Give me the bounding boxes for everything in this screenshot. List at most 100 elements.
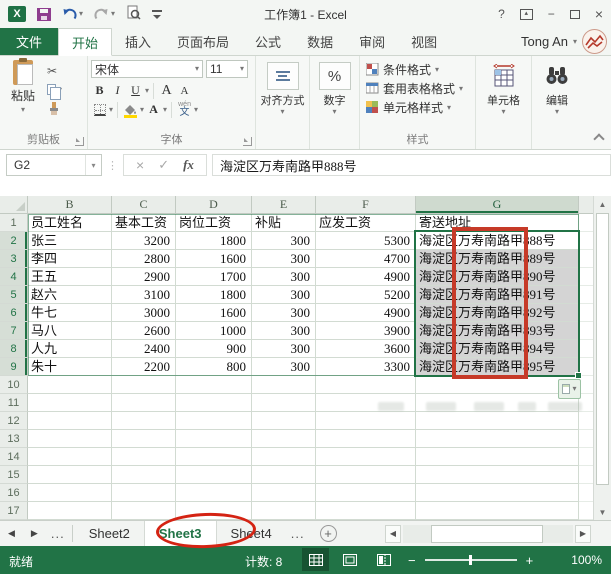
cell-B8[interactable]: 人九	[28, 340, 112, 358]
autofill-options-button[interactable]: ▾	[558, 379, 581, 399]
underline-dropdown[interactable]: ▾	[145, 87, 149, 95]
row-header-11[interactable]: 11	[0, 394, 28, 412]
column-header-B[interactable]: B	[28, 196, 112, 214]
empty-cells[interactable]	[579, 376, 593, 394]
vertical-scroll-thumb[interactable]	[596, 213, 609, 485]
cell-E11[interactable]	[252, 394, 316, 412]
zoom-in-button[interactable]: +	[526, 554, 534, 567]
row-header-10[interactable]: 10	[0, 376, 28, 394]
cell-C7[interactable]: 2600	[112, 322, 176, 340]
cell-B1[interactable]: 员工姓名	[28, 214, 112, 232]
empty-cells[interactable]	[579, 214, 593, 232]
borders-dropdown[interactable]: ▾	[109, 106, 113, 114]
cell-G5[interactable]: 海淀区万寿南路甲891号	[416, 286, 579, 304]
clipboard-dialog-launcher[interactable]	[75, 137, 84, 146]
cell-D4[interactable]: 1700	[176, 268, 252, 286]
cell-E3[interactable]: 300	[252, 250, 316, 268]
scroll-left-icon[interactable]: ◀	[385, 525, 401, 543]
cell-B10[interactable]	[28, 376, 112, 394]
cell-F17[interactable]	[316, 502, 416, 520]
collapse-ribbon-icon[interactable]	[593, 133, 604, 144]
cell-G17[interactable]	[416, 502, 579, 520]
font-color-dropdown[interactable]: ▾	[163, 106, 167, 114]
cell-D6[interactable]: 1600	[176, 304, 252, 322]
cell-C15[interactable]	[112, 466, 176, 484]
cell-F4[interactable]: 4900	[316, 268, 416, 286]
tab-data[interactable]: 数据	[294, 28, 346, 55]
row-header-7[interactable]: 7	[0, 322, 28, 340]
cell-B12[interactable]	[28, 412, 112, 430]
tab-insert[interactable]: 插入	[112, 28, 164, 55]
tab-review[interactable]: 审阅	[346, 28, 398, 55]
sheet-tab-sheet3[interactable]: Sheet3	[145, 521, 217, 546]
font-size-select[interactable]: 11▾	[206, 60, 248, 78]
cell-E10[interactable]	[252, 376, 316, 394]
italic-button[interactable]: I	[109, 82, 126, 100]
cell-C12[interactable]	[112, 412, 176, 430]
empty-cells[interactable]	[579, 268, 593, 286]
cell-E13[interactable]	[252, 430, 316, 448]
cell-E5[interactable]: 300	[252, 286, 316, 304]
empty-cells[interactable]	[579, 430, 593, 448]
cell-C5[interactable]: 3100	[112, 286, 176, 304]
empty-cells[interactable]	[579, 286, 593, 304]
cell-E17[interactable]	[252, 502, 316, 520]
cell-F15[interactable]	[316, 466, 416, 484]
font-name-select[interactable]: 宋体▾	[91, 60, 203, 78]
cell-B13[interactable]	[28, 430, 112, 448]
cell-D11[interactable]	[176, 394, 252, 412]
empty-cells[interactable]	[579, 448, 593, 466]
cells-button[interactable]	[488, 62, 520, 90]
editing-button[interactable]	[541, 62, 573, 90]
row-header-5[interactable]: 5	[0, 286, 28, 304]
enter-check-icon[interactable]: ✓	[158, 157, 169, 173]
cell-B4[interactable]: 王五	[28, 268, 112, 286]
cell-C6[interactable]: 3000	[112, 304, 176, 322]
name-box[interactable]: G2 ▾	[6, 154, 102, 176]
print-preview-button[interactable]	[126, 5, 141, 23]
ribbon-display-options-icon[interactable]: ▴	[520, 9, 533, 20]
cell-E16[interactable]	[252, 484, 316, 502]
borders-button[interactable]	[91, 101, 108, 119]
scroll-right-icon[interactable]: ▶	[575, 525, 591, 543]
cell-C16[interactable]	[112, 484, 176, 502]
cell-G14[interactable]	[416, 448, 579, 466]
page-break-view-button[interactable]	[370, 548, 397, 571]
alignment-button[interactable]	[267, 62, 299, 90]
format-painter-button[interactable]	[47, 100, 62, 117]
cell-B3[interactable]: 李四	[28, 250, 112, 268]
copy-button[interactable]: ▾	[47, 81, 62, 98]
cell-E8[interactable]: 300	[252, 340, 316, 358]
tab-file[interactable]: 文件	[0, 28, 58, 55]
cell-B11[interactable]	[28, 394, 112, 412]
row-header-9[interactable]: 9	[0, 358, 28, 376]
scroll-down-icon[interactable]: ▼	[594, 504, 611, 520]
row-header-8[interactable]: 8	[0, 340, 28, 358]
row-header-14[interactable]: 14	[0, 448, 28, 466]
zoom-slider-thumb[interactable]	[469, 555, 472, 565]
fill-color-dropdown[interactable]: ▾	[140, 106, 144, 114]
zoom-slider[interactable]	[425, 559, 517, 561]
cell-G8[interactable]: 海淀区万寿南路甲894号	[416, 340, 579, 358]
cell-F6[interactable]: 4900	[316, 304, 416, 322]
cell-E1[interactable]: 补贴	[252, 214, 316, 232]
cut-button[interactable]: ✂	[47, 62, 62, 79]
cell-G15[interactable]	[416, 466, 579, 484]
cell-E14[interactable]	[252, 448, 316, 466]
empty-cells[interactable]	[579, 250, 593, 268]
cell-G10[interactable]	[416, 376, 579, 394]
cell-C3[interactable]: 2800	[112, 250, 176, 268]
cell-F16[interactable]	[316, 484, 416, 502]
new-sheet-button[interactable]: +	[320, 525, 337, 542]
paste-button[interactable]: 粘贴 ▾	[3, 60, 43, 117]
cell-C8[interactable]: 2400	[112, 340, 176, 358]
row-header-4[interactable]: 4	[0, 268, 28, 286]
cell-E6[interactable]: 300	[252, 304, 316, 322]
cell-E2[interactable]: 300	[252, 232, 316, 250]
empty-cells[interactable]	[579, 358, 593, 376]
hidden-sheets-right[interactable]: ...	[291, 526, 305, 541]
tab-page-layout[interactable]: 页面布局	[164, 28, 242, 55]
formula-input[interactable]: 海淀区万寿南路甲888号	[212, 154, 611, 176]
cell-D2[interactable]: 1800	[176, 232, 252, 250]
tab-view[interactable]: 视图	[398, 28, 450, 55]
